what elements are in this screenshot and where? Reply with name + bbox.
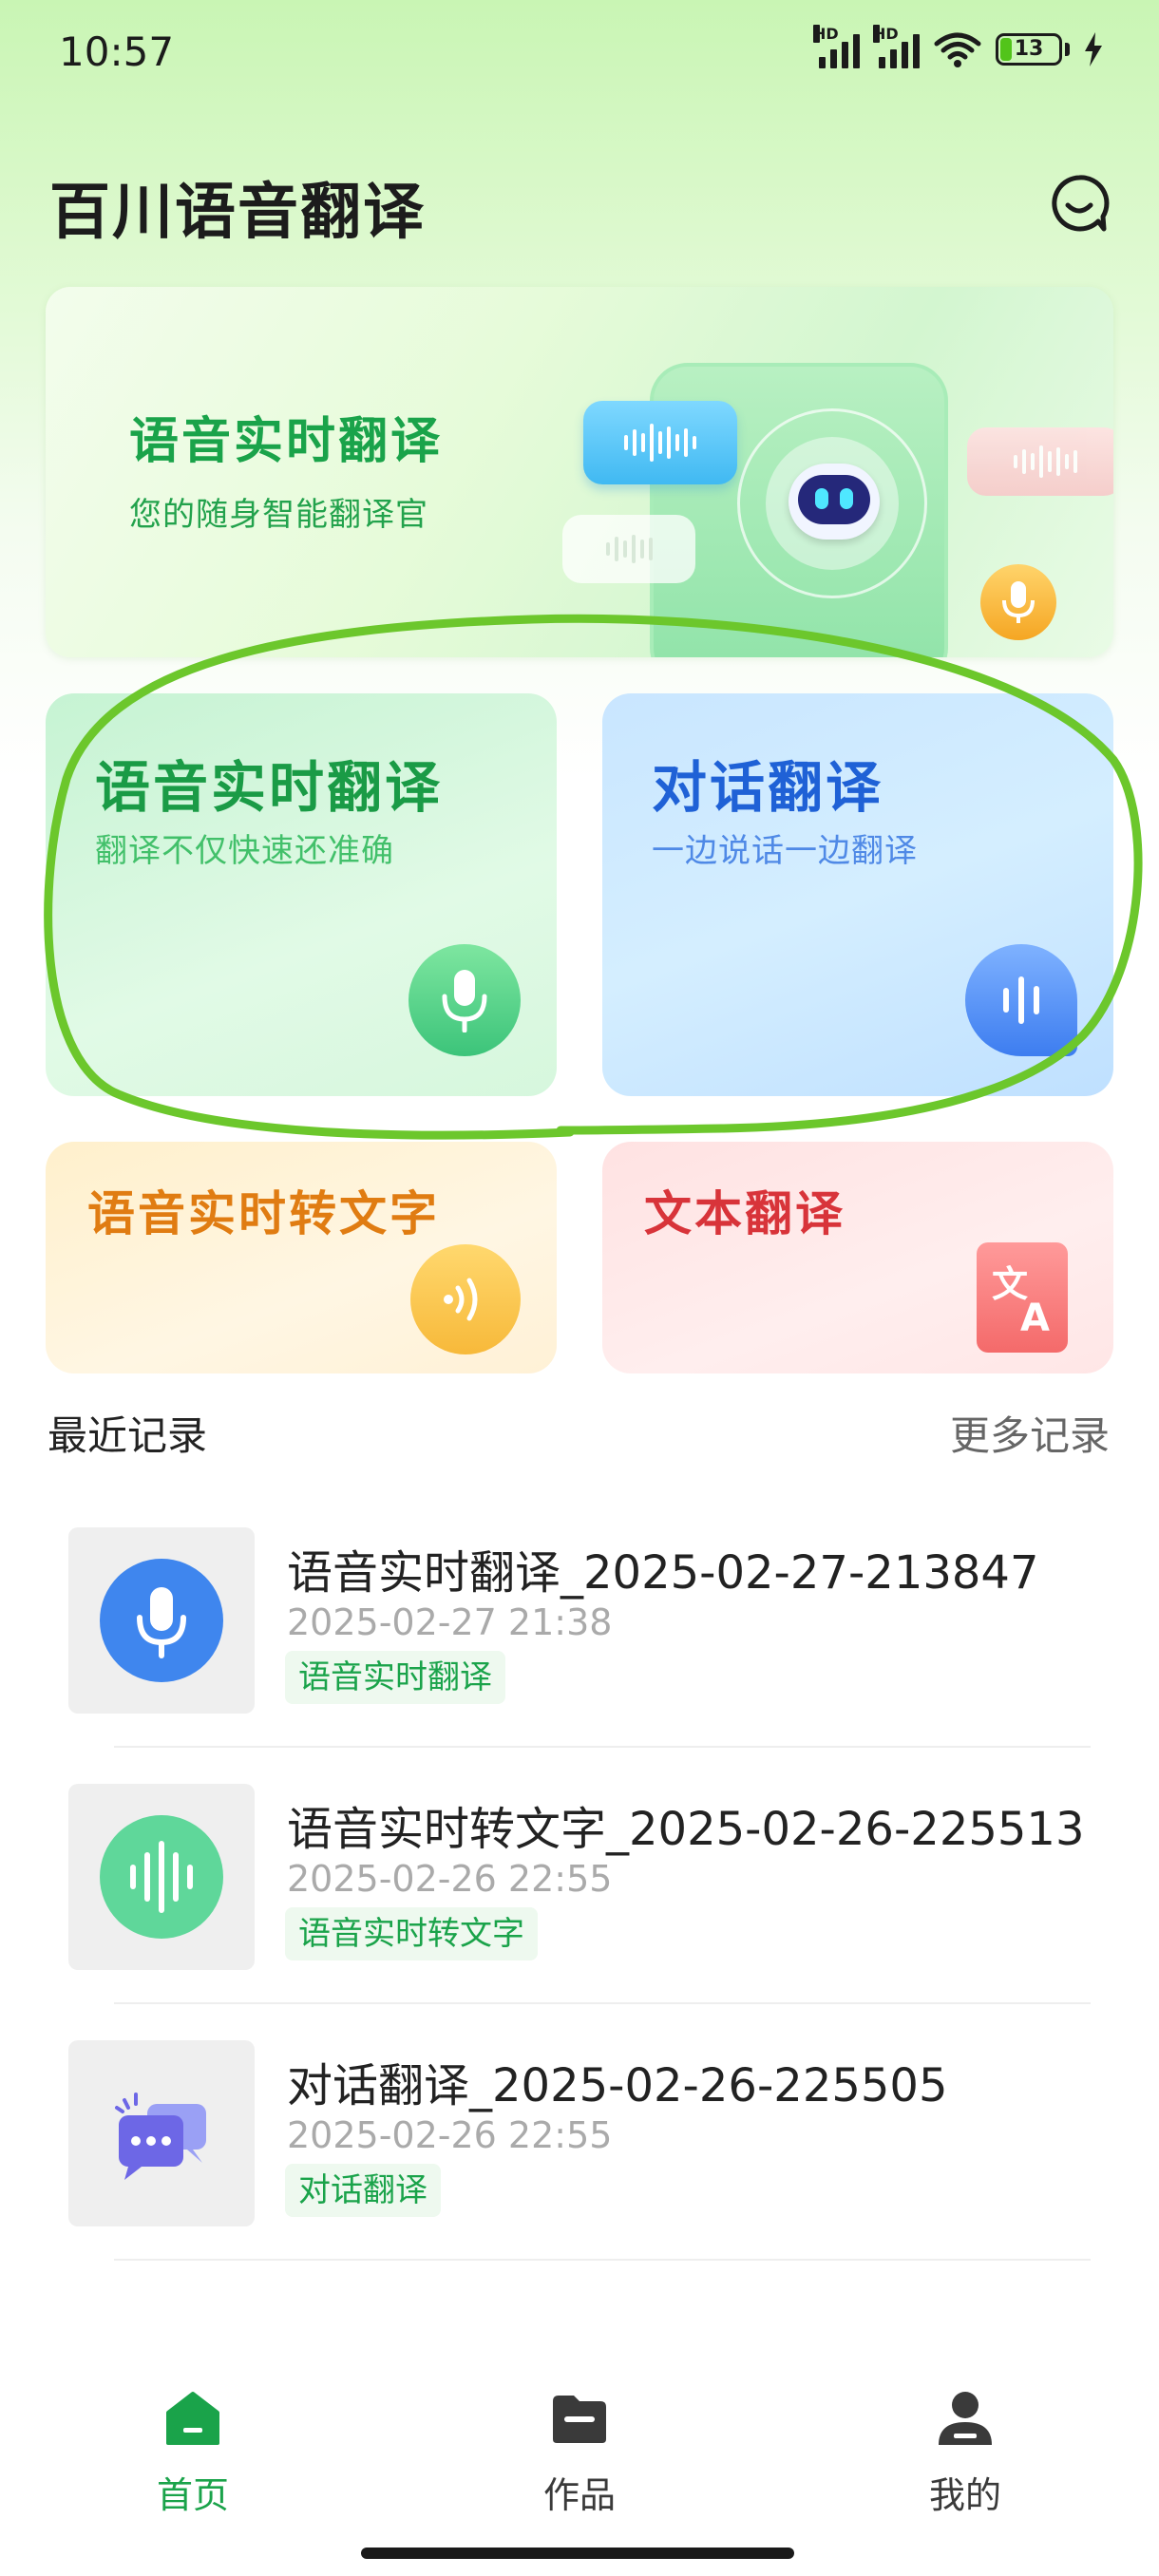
home-icon [162,2388,223,2449]
voice-bubble-icon [583,401,737,484]
hd-badge: HD [813,25,839,43]
voice-bubble-icon [562,515,695,583]
feature-card-dialogue-translate[interactable]: 对话翻译 一边说话一边翻译 [602,693,1113,1096]
card-title: 语音实时转文字 [87,1186,440,1241]
signal-icon: HD [873,25,920,68]
signal-icon: HD [813,25,860,68]
card-title: 文本翻译 [644,1186,846,1241]
card-subtitle: 翻译不仅快速还准确 [95,832,394,870]
voice-bubble-icon [967,427,1113,496]
card-title: 对话翻译 [652,755,884,820]
recent-section-title: 最近记录 [48,1412,208,1459]
divider [114,1746,1091,1748]
hd-badge: HD [873,25,899,43]
chat-bubbles-icon [115,2093,206,2180]
record-time: 2025-02-26 22:55 [287,1858,613,1900]
record-title: 语音实时转文字_2025-02-26-225513 [287,1803,1085,1856]
record-title: 对话翻译_2025-02-26-225505 [287,2059,948,2112]
record-title: 语音实时翻译_2025-02-27-213847 [287,1546,1039,1600]
microphone-icon [980,564,1056,640]
status-icons: HD HD 13 [813,25,1104,68]
card-title: 语音实时翻译 [95,755,444,820]
promo-banner[interactable]: 语音实时翻译 您的随身智能翻译官 [46,287,1113,657]
list-item[interactable]: 对话翻译_2025-02-26-225505 2025-02-26 22:55 … [68,2040,1091,2226]
nav-item-works[interactable]: 作品 [484,2388,674,2518]
translate-icon: 文 A [977,1242,1068,1353]
feature-card-speech-to-text[interactable]: 语音实时转文字 [46,1142,557,1373]
banner-subtitle: 您的随身智能翻译官 [129,496,428,534]
nav-item-me[interactable]: 我的 [870,2388,1060,2518]
sound-wave-icon [100,1815,223,1939]
record-tag: 语音实时转文字 [285,1907,538,1960]
battery-level: 13 [1014,37,1044,61]
nav-label: 首页 [156,2474,229,2516]
microphone-icon [100,1559,223,1682]
feature-card-text-translate[interactable]: 文本翻译 文 A [602,1142,1113,1373]
home-indicator[interactable] [361,2548,794,2559]
svg-text:A: A [1020,1297,1050,1340]
record-time: 2025-02-26 22:55 [287,2114,613,2156]
divider [114,2002,1091,2004]
voice-wave-icon [965,944,1077,1056]
card-subtitle: 一边说话一边翻译 [652,832,918,870]
nav-label: 作品 [542,2474,616,2516]
robot-icon [788,464,880,540]
sound-waves-icon [410,1244,521,1354]
list-item[interactable]: 语音实时翻译_2025-02-27-213847 2025-02-27 21:3… [68,1527,1091,1714]
charging-icon [1085,32,1102,66]
banner-title: 语音实时翻译 [129,413,444,470]
record-tag: 对话翻译 [285,2164,441,2217]
nav-label: 我的 [928,2474,1001,2516]
nav-item-home[interactable]: 首页 [98,2388,288,2518]
status-bar: 10:57 HD HD 13 [0,0,1159,114]
more-records-link[interactable]: 更多记录 [950,1404,1110,1462]
user-icon [935,2388,996,2449]
status-time: 10:57 [59,28,175,75]
divider [114,2259,1091,2261]
microphone-icon [408,944,521,1056]
record-time: 2025-02-27 21:38 [287,1601,613,1643]
wifi-icon [934,32,981,67]
chat-button[interactable] [1049,173,1110,234]
feature-card-realtime-translate[interactable]: 语音实时翻译 翻译不仅快速还准确 [46,693,557,1096]
app-title: 百川语音翻译 [49,178,426,248]
battery-icon: 13 [996,33,1070,66]
list-item[interactable]: 语音实时转文字_2025-02-26-225513 2025-02-26 22:… [68,1784,1091,1970]
bottom-nav: 首页 作品 我的 [0,2346,1159,2576]
chat-bubble-smile-icon [1052,175,1110,232]
folder-icon [549,2388,610,2449]
record-thumbnail [68,2040,255,2226]
record-thumbnail [68,1784,255,1970]
record-thumbnail [68,1527,255,1714]
record-tag: 语音实时翻译 [285,1651,505,1704]
